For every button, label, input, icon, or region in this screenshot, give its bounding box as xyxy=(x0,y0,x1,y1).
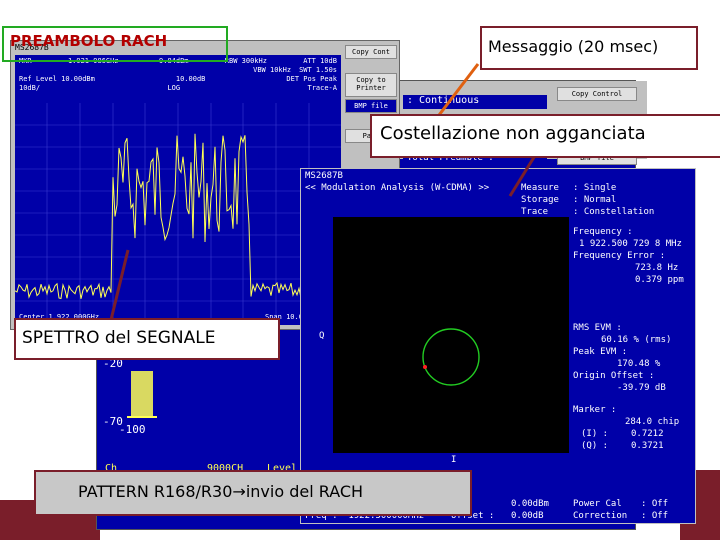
spettro-callout: SPETTRO del SEGNALE xyxy=(14,318,280,360)
pattern-label: PATTERN R168/R30→invio del RACH xyxy=(78,482,364,501)
costellazione-label: Costellazione non agganciata xyxy=(380,123,646,144)
messaggio-label: Messaggio (20 msec) xyxy=(488,37,659,56)
preambolo-callout: PREAMBOLO RACH xyxy=(2,26,228,62)
spettro-arrow xyxy=(108,249,130,325)
pattern-callout: PATTERN R168/R30→invio del RACH xyxy=(34,470,472,516)
costellazione-callout: Costellazione non agganciata xyxy=(370,114,720,158)
callout-arrows xyxy=(108,63,538,325)
spettro-label: SPETTRO del SEGNALE xyxy=(22,328,216,348)
arrow-right-icon: → xyxy=(232,482,246,501)
preambolo-label: PREAMBOLO RACH xyxy=(10,32,168,50)
costellazione-arrow xyxy=(508,153,538,197)
messaggio-callout: Messaggio (20 msec) xyxy=(480,26,698,70)
